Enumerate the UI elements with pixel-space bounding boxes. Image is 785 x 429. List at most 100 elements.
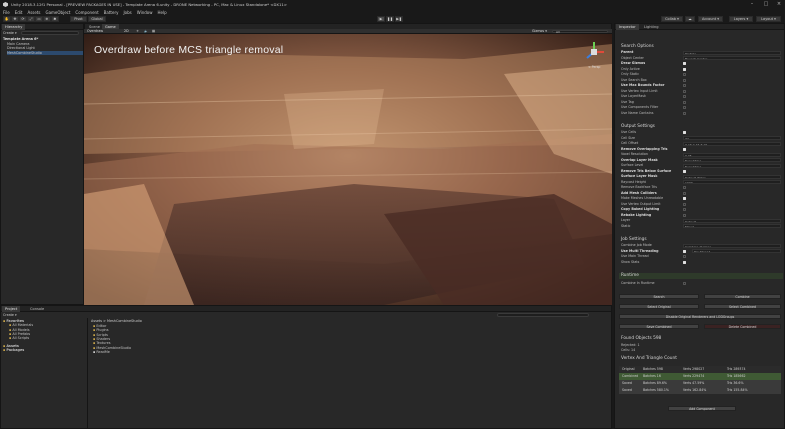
add-component-button[interactable]: Add Component xyxy=(668,406,736,411)
transform-tool-button[interactable]: ⊕ xyxy=(43,16,51,22)
output-setting-checkbox[interactable] xyxy=(683,213,686,217)
combine-button[interactable]: Combine xyxy=(704,294,781,299)
search-button[interactable]: Search xyxy=(619,294,699,299)
hand-tool-button[interactable]: ✋ xyxy=(3,16,11,22)
disable-original-button[interactable]: Disable Original Renderers and LODGroups xyxy=(619,314,781,319)
tab-lighting[interactable]: Lighting xyxy=(641,24,662,30)
job-setting-checkbox[interactable] xyxy=(683,255,686,258)
save-combined-button[interactable]: Save Combined xyxy=(619,324,699,329)
select-combined-button[interactable]: Select Combined xyxy=(704,304,781,309)
lighting-toggle-icon[interactable]: ☀ xyxy=(136,29,139,33)
section-runtime[interactable]: Runtime xyxy=(619,273,783,279)
menu-item-gameobject[interactable]: GameObject xyxy=(45,10,70,15)
scene-viewport[interactable]: Overdraw before MCS triangle removal < P… xyxy=(84,34,612,305)
search-option-value[interactable]: Prefabs xyxy=(683,50,781,55)
menu-item-jobs[interactable]: Jobs xyxy=(123,10,131,15)
menu-item-battery[interactable]: Battery xyxy=(104,10,119,15)
hierarchy-row[interactable]: MeshCombineStudio xyxy=(7,50,83,55)
search-option-checkbox[interactable] xyxy=(683,100,686,104)
search-option-checkbox[interactable] xyxy=(683,89,686,93)
hierarchy-row[interactable]: Directional Light xyxy=(7,46,35,50)
search-option-checkbox[interactable] xyxy=(683,95,686,98)
shading-mode-dropdown[interactable]: Overdraw xyxy=(87,29,103,33)
maximize-icon[interactable]: □ xyxy=(760,0,772,9)
output-setting-checkbox[interactable] xyxy=(683,147,686,151)
output-setting-checkbox[interactable] xyxy=(683,208,686,211)
output-setting-value[interactable]: Mixed... xyxy=(683,224,781,228)
tab-project[interactable]: Project xyxy=(2,306,21,312)
audio-toggle-icon[interactable]: 🔈 xyxy=(144,29,148,33)
output-setting-value[interactable]: Everything xyxy=(683,158,781,162)
hierarchy-row[interactable]: Main Camera xyxy=(7,42,29,46)
search-option-checkbox[interactable] xyxy=(683,78,686,82)
output-setting-value[interactable]: Default xyxy=(683,218,781,223)
minimize-icon[interactable]: – xyxy=(746,0,758,9)
tab-console[interactable]: Console xyxy=(27,306,47,312)
search-option-checkbox[interactable] xyxy=(683,111,686,115)
tab-inspector[interactable]: Inspector xyxy=(616,24,639,30)
menu-item-help[interactable]: Help xyxy=(158,10,167,15)
delete-combined-button[interactable]: Delete Combined xyxy=(704,324,781,329)
combine-in-runtime-checkbox[interactable] xyxy=(683,282,686,285)
close-icon[interactable]: × xyxy=(773,0,785,9)
rotate-tool-button[interactable]: ⟳ xyxy=(19,16,27,22)
2d-toggle[interactable]: 2D xyxy=(124,29,129,33)
job-setting-checkbox[interactable] xyxy=(683,260,686,264)
breadcrumb[interactable]: Assets > MeshCombineStudio xyxy=(91,319,142,323)
collab-dropdown[interactable]: Collab ▾ xyxy=(661,16,683,22)
account-dropdown[interactable]: Account ▾ xyxy=(698,16,723,22)
pivot-toggle[interactable]: Pivot xyxy=(70,16,87,22)
rect-tool-button[interactable]: ▭ xyxy=(35,16,43,22)
job-setting-checkbox[interactable] xyxy=(683,249,686,253)
gizmos-dropdown[interactable]: Gizmos ▾ xyxy=(532,29,547,33)
output-setting-checkbox[interactable] xyxy=(683,169,686,173)
output-setting-checkbox[interactable] xyxy=(683,197,686,200)
menu-item-component[interactable]: Component xyxy=(75,10,98,15)
layout-dropdown[interactable]: Layout ▾ xyxy=(756,16,781,22)
menu-item-file[interactable]: File xyxy=(3,10,10,15)
scene-gizmo[interactable] xyxy=(582,40,606,64)
tab-hierarchy[interactable]: Hierarchy xyxy=(2,24,26,30)
menu-item-assets[interactable]: Assets xyxy=(27,10,40,15)
global-toggle[interactable]: Global xyxy=(88,16,106,22)
step-button[interactable]: ▶❚ xyxy=(395,16,403,22)
scale-tool-button[interactable]: ⤢ xyxy=(27,16,35,22)
cloud-button[interactable]: ☁ xyxy=(685,16,695,22)
project-search-input[interactable] xyxy=(497,313,589,317)
hierarchy-search-input[interactable] xyxy=(21,31,79,35)
output-setting-checkbox[interactable] xyxy=(683,202,686,206)
menu-item-edit[interactable]: Edit xyxy=(15,10,23,15)
move-tool-button[interactable]: ✥ xyxy=(11,16,19,22)
output-setting-value[interactable]: Everything xyxy=(683,163,781,168)
output-setting-checkbox[interactable] xyxy=(683,186,686,189)
select-original-button[interactable]: Select Original xyxy=(619,304,699,309)
search-option-checkbox[interactable] xyxy=(683,62,686,65)
search-option-checkbox[interactable] xyxy=(683,84,686,87)
project-create-button[interactable]: Create ▾ xyxy=(3,313,17,317)
project-tree-item[interactable]: ▪All Scripts xyxy=(9,336,29,340)
hierarchy-row[interactable]: Template Arena 6* xyxy=(3,37,38,41)
pause-button[interactable]: ❚❚ xyxy=(386,16,394,22)
job-setting-value[interactable]: Per Thread xyxy=(692,249,781,253)
search-option-checkbox[interactable] xyxy=(683,106,686,109)
search-option-value[interactable]: Bounds Center xyxy=(683,56,781,60)
output-setting-checkbox[interactable] xyxy=(683,131,686,134)
output-setting-value[interactable]: 0.05 xyxy=(683,152,781,157)
output-setting-value[interactable]: Default,Water xyxy=(683,174,781,179)
layers-dropdown[interactable]: Layers ▾ xyxy=(729,16,753,22)
output-setting-checkbox[interactable] xyxy=(683,191,686,195)
search-option-checkbox[interactable] xyxy=(683,73,686,76)
scene-search-input[interactable]: All xyxy=(552,29,608,33)
play-button[interactable]: ▶ xyxy=(377,16,385,22)
persp-label[interactable]: < Persp xyxy=(588,65,600,69)
output-setting-value[interactable]: 1000 xyxy=(683,180,781,184)
custom-tool-button[interactable]: ✱ xyxy=(51,16,59,22)
job-setting-value[interactable]: Combine At Once xyxy=(683,243,781,248)
hierarchy-create-button[interactable]: Create ▾ xyxy=(3,31,17,35)
output-setting-value[interactable]: 32 xyxy=(683,136,781,140)
output-setting-value[interactable]: X 16 Y 16 Z 16 xyxy=(683,141,781,146)
effects-toggle-icon[interactable]: ▦ xyxy=(152,29,155,33)
project-tree-item[interactable]: ▪Packages xyxy=(3,348,24,352)
project-asset-item[interactable]: ▪ReadMe xyxy=(93,350,110,354)
menu-item-window[interactable]: Window xyxy=(137,10,153,15)
